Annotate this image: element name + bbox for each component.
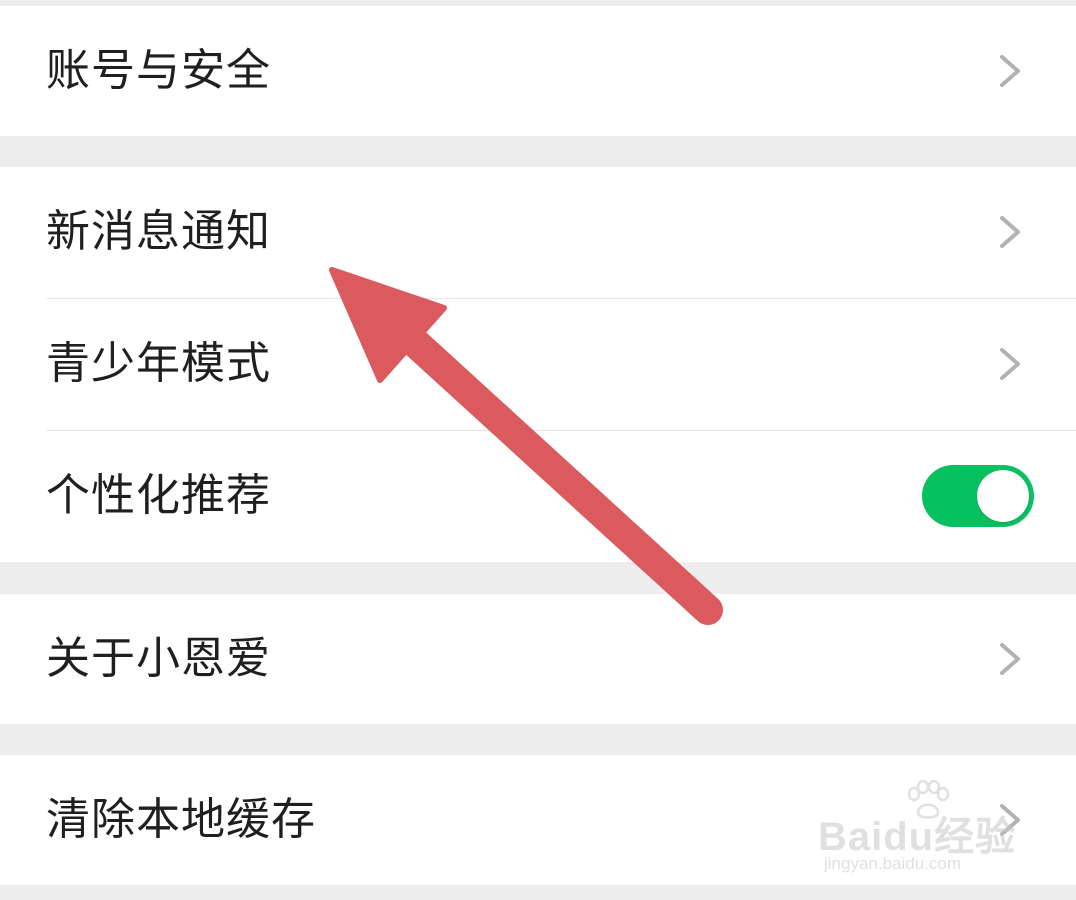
settings-item-account-security[interactable]: 账号与安全 — [0, 6, 1076, 136]
personalized-recommendation-toggle[interactable] — [922, 465, 1034, 527]
settings-group-account: 账号与安全 — [0, 6, 1076, 136]
chevron-right-icon — [1000, 216, 1020, 248]
settings-item-label: 新消息通知 — [46, 206, 271, 257]
settings-group-general: 新消息通知 青少年模式 个性化推荐 — [0, 167, 1076, 562]
settings-item-label: 账号与安全 — [46, 45, 271, 96]
settings-item-teen-mode[interactable]: 青少年模式 — [0, 299, 1076, 429]
settings-item-label: 清除本地缓存 — [46, 794, 316, 845]
settings-group-about: 关于小恩爱 — [0, 594, 1076, 724]
settings-item-label: 青少年模式 — [46, 338, 271, 389]
settings-screen: 账号与安全 新消息通知 青少年模式 个性化推荐 关于小恩爱 清除本地缓存 Bai… — [0, 0, 1076, 900]
settings-item-label: 关于小恩爱 — [46, 633, 271, 684]
settings-item-label: 个性化推荐 — [46, 470, 271, 521]
chevron-right-icon — [1000, 348, 1020, 380]
chevron-right-icon — [1000, 643, 1020, 675]
watermark-url: jingyan.baidu.com — [824, 854, 962, 873]
toggle-knob — [977, 470, 1029, 522]
settings-item-new-message-notification[interactable]: 新消息通知 — [0, 167, 1076, 297]
baidu-jingyan-watermark: Baidu经验 jingyan.baidu.com — [818, 780, 1018, 880]
settings-item-about[interactable]: 关于小恩爱 — [0, 594, 1076, 724]
settings-item-personalized-recommendation: 个性化推荐 — [0, 431, 1076, 561]
chevron-right-icon — [1000, 55, 1020, 87]
